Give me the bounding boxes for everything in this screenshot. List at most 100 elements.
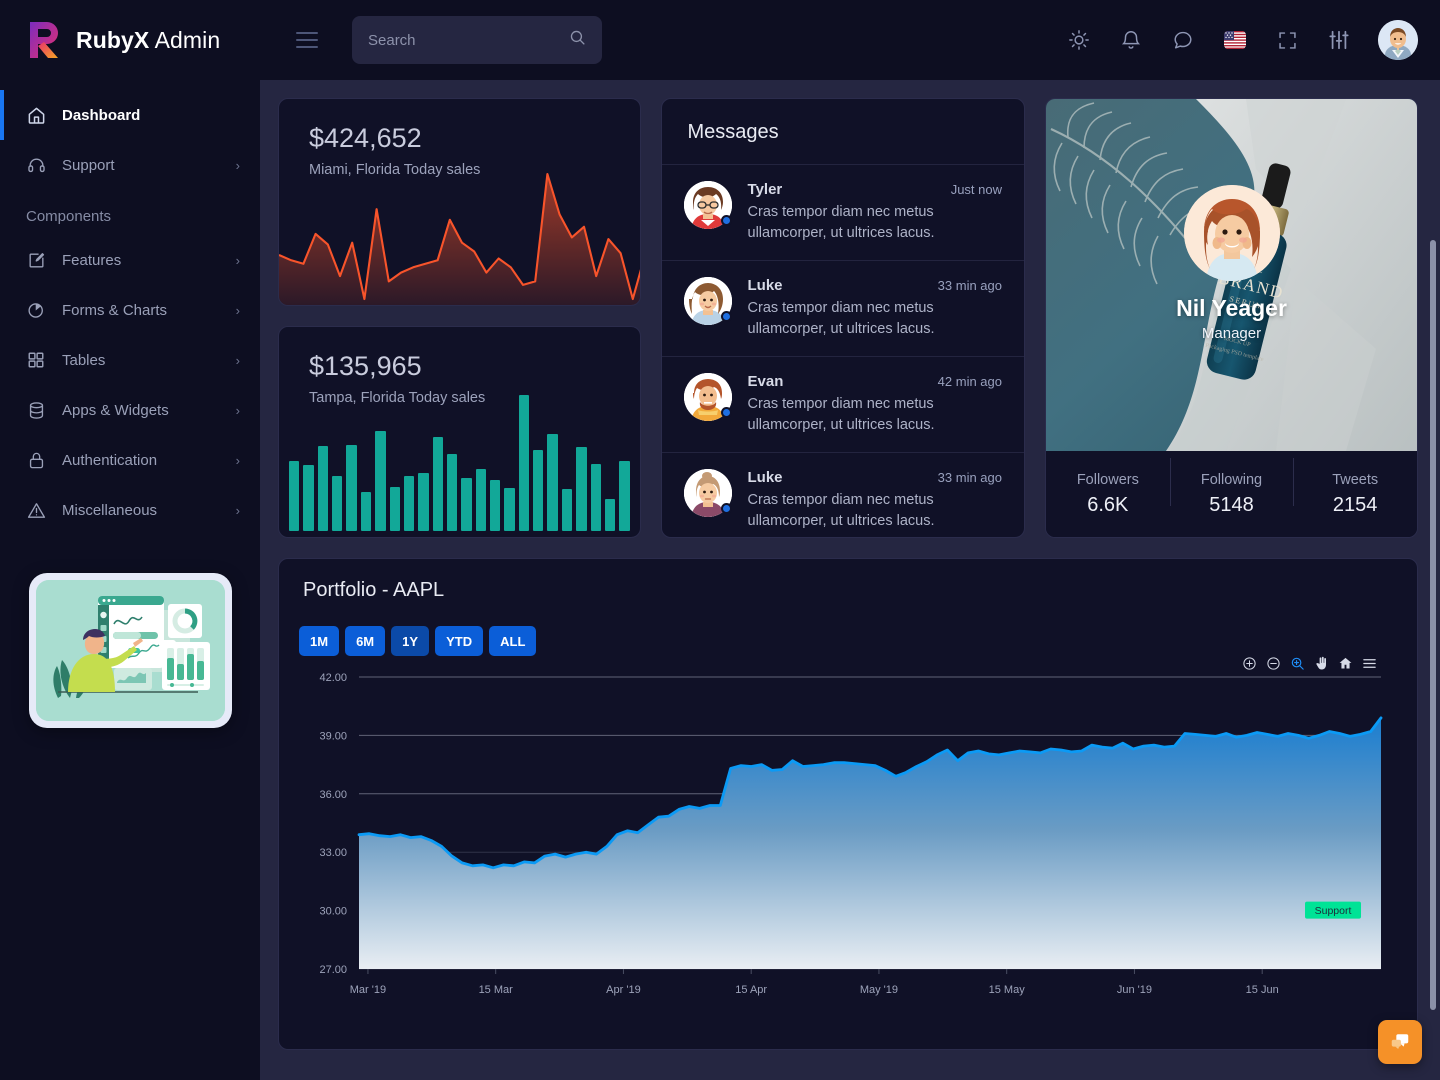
brand-title: RubyX Admin [76,27,220,54]
sidebar-item-tables[interactable]: Tables › [0,335,260,385]
stats-column: $424,652 Miami, Florida Today sales [278,98,641,538]
message-text: Cras tempor diam nec metus ullamcorper, … [748,298,1002,340]
top-grid: $424,652 Miami, Florida Today sales [278,98,1418,538]
topbar [260,0,1440,80]
profile-stats: Followers 6.6K Following 5148 Tweets 215… [1046,451,1417,537]
bar [361,492,371,531]
range-button-1y[interactable]: 1Y [391,626,429,656]
avatar[interactable] [1378,20,1418,60]
message-row[interactable]: Tyler Just now Cras tempor diam nec metu… [662,165,1024,261]
message-time: 33 min ago [938,470,1002,485]
profile-column: THE BRAND SERUM MOCK UP Packaging PSD te… [1045,98,1418,538]
sidebar-item-label: Tables [62,352,220,369]
sidebar-item-support[interactable]: Support › [0,140,260,190]
svg-text:36.00: 36.00 [319,789,347,801]
sidebar-illustration-card [29,573,232,728]
stat-label: Tweets [1293,472,1417,488]
sidebar-item-miscellaneous[interactable]: Miscellaneous › [0,485,260,535]
sidebar-item-label: Features [62,252,220,269]
search-box[interactable] [352,16,602,64]
message-text: Cras tempor diam nec metus ullamcorper, … [748,394,1002,436]
message-time: Just now [951,182,1002,197]
bar [433,437,443,531]
svg-text:15 Mar: 15 Mar [479,984,514,996]
fullscreen-icon[interactable] [1274,27,1300,53]
bar [533,450,543,531]
bar [332,476,342,531]
tampa-sales-bar-chart [289,386,630,531]
lock-icon [26,450,46,470]
message-avatar [684,469,732,517]
bell-icon[interactable] [1118,27,1144,53]
sidebar-item-label: Miscellaneous [62,502,220,519]
message-avatar [684,277,732,325]
chevron-right-icon: › [236,253,240,268]
vertical-scrollbar[interactable] [1430,240,1436,1010]
search-input[interactable] [368,32,569,49]
message-time: 42 min ago [938,374,1002,389]
message-body: Luke 33 min ago Cras tempor diam nec met… [748,469,1002,532]
portfolio-card: Portfolio - AAPL 1M6M1YYTDALL [278,558,1418,1050]
range-button-6m[interactable]: 6M [345,626,385,656]
analytics-dashboard-illustration [36,580,225,721]
online-status-dot [721,503,732,514]
message-row[interactable]: Luke 33 min ago Cras tempor diam nec met… [662,453,1024,538]
svg-text:Mar '19: Mar '19 [350,984,386,996]
message-avatar [684,373,732,421]
svg-text:15 May: 15 May [989,984,1026,996]
messages-column: Messages Tyler Just now Cras tempor diam… [661,98,1025,538]
bar [562,489,572,531]
chevron-right-icon: › [236,503,240,518]
stat-card-tampa: $135,965 Tampa, Florida Today sales [278,326,641,538]
miami-sales-area-chart [279,160,640,305]
svg-text:15 Jun: 15 Jun [1246,984,1279,996]
chevron-right-icon: › [236,453,240,468]
sidebar-item-features[interactable]: Features › [0,235,260,285]
content-area: $424,652 Miami, Florida Today sales [260,80,1440,1080]
sidebar-item-apps-widgets[interactable]: Apps & Widgets › [0,385,260,435]
bar [346,445,356,531]
search-icon[interactable] [569,29,586,51]
bar [418,473,428,531]
hamburger-icon[interactable] [296,32,318,48]
home-icon [26,105,46,125]
chevron-right-icon: › [236,403,240,418]
svg-text:33.00: 33.00 [319,847,347,859]
grid-icon [26,350,46,370]
sidebar-item-forms-charts[interactable]: Forms & Charts › [0,285,260,335]
stat-value: 5148 [1170,494,1294,517]
profile-stat-followers: Followers 6.6K [1046,472,1170,517]
sidebar-section-label: Components [0,190,260,235]
svg-text:May '19: May '19 [860,984,898,996]
portfolio-title: Portfolio - AAPL [279,559,1417,602]
message-row[interactable]: Evan 42 min ago Cras tempor diam nec met… [662,357,1024,453]
range-button-ytd[interactable]: YTD [435,626,483,656]
bar [375,431,385,531]
chat-icon[interactable] [1170,27,1196,53]
bar [504,488,514,531]
svg-text:39.00: 39.00 [319,730,347,742]
message-row[interactable]: Luke 33 min ago Cras tempor diam nec met… [662,261,1024,357]
chevron-right-icon: › [236,303,240,318]
support-chat-fab[interactable] [1378,1020,1422,1064]
sidebar-nav: Dashboard Support › Components Features … [0,80,260,535]
settings-sliders-icon[interactable] [1326,27,1352,53]
svg-text:27.00: 27.00 [319,964,347,976]
sidebar-item-label: Forms & Charts [62,302,220,319]
brightness-icon[interactable] [1066,27,1092,53]
flag-us-icon[interactable] [1222,27,1248,53]
app-root: RubyX Admin Dashboard Support › Componen… [0,0,1440,1080]
sidebar-item-authentication[interactable]: Authentication › [0,435,260,485]
svg-text:15 Apr: 15 Apr [735,984,767,996]
sidebar-item-dashboard[interactable]: Dashboard [0,90,260,140]
range-button-all[interactable]: ALL [489,626,536,656]
profile-name: Nil Yeager [1046,295,1417,322]
rubyx-logo-icon [26,20,62,60]
range-button-1m[interactable]: 1M [299,626,339,656]
messages-card: Messages Tyler Just now Cras tempor diam… [661,98,1025,538]
sidebar: RubyX Admin Dashboard Support › Componen… [0,0,260,1080]
bar [591,464,601,531]
brand[interactable]: RubyX Admin [0,0,260,80]
svg-text:Apr '19: Apr '19 [606,984,641,996]
warning-triangle-icon [26,500,46,520]
